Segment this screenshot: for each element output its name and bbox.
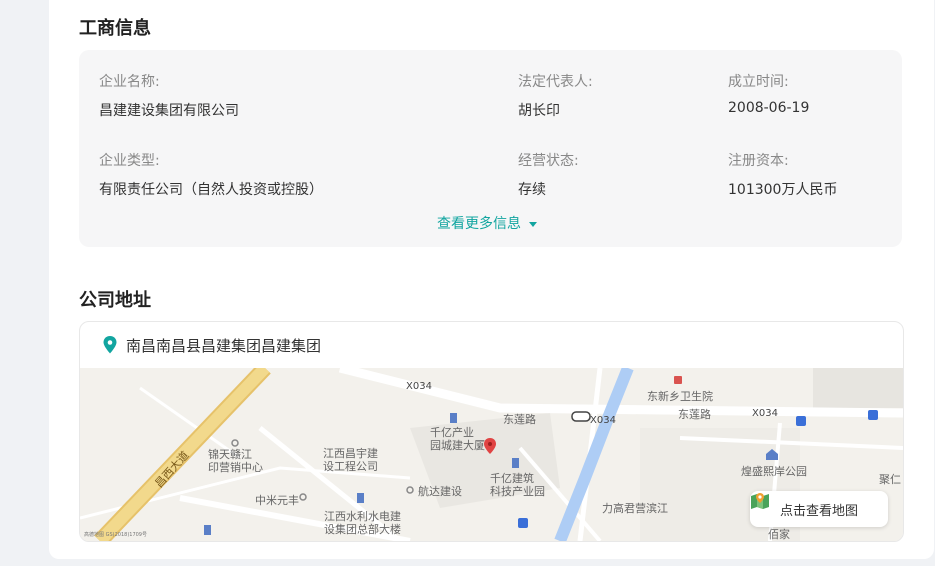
map-poi-hospital: 东新乡卫生院	[647, 390, 713, 403]
legal-rep-label: 法定代表人:	[518, 74, 593, 90]
caret-down-icon	[529, 221, 537, 227]
legal-rep-value: 胡长印	[518, 103, 560, 119]
map-road-donglian-a: 东莲路	[503, 413, 536, 426]
view-map-label: 点击查看地图	[779, 503, 858, 519]
company-type-label: 企业类型:	[99, 153, 160, 169]
status-value: 存续	[518, 182, 546, 198]
view-more-info-link[interactable]: 查看更多信息	[437, 213, 537, 233]
view-more-info-label: 查看更多信息	[437, 216, 521, 232]
map-poi-baixing: 佰家	[768, 528, 790, 541]
map-poi-huangshan: 煌盛熙岸公园	[741, 465, 807, 478]
status-label: 经营状态:	[518, 153, 579, 169]
business-info-title: 工商信息	[79, 18, 151, 39]
map-view[interactable]: X034 X034 X034 东莲路 东莲路 东新乡卫生院 千亿产业 园城建大厦…	[80, 368, 903, 541]
map-poi-qianyi-tower: 千亿产业 园城建大厦	[430, 426, 485, 452]
map-poi-qianyi-park: 千亿建筑 科技产业园	[490, 472, 545, 498]
address-title: 公司地址	[79, 290, 151, 311]
map-road-donglian-b: 东莲路	[678, 408, 711, 421]
founded-value: 2008-06-19	[728, 100, 810, 116]
business-info-box: 企业名称: 昌建建设集团有限公司 法定代表人: 胡长印 成立时间: 2008-0…	[79, 50, 902, 247]
location-pin-icon	[103, 336, 117, 354]
founded-label: 成立时间:	[728, 74, 789, 90]
map-copyright: 高德地图 GS(2018)1709号	[84, 532, 147, 538]
address-text: 南昌南昌县昌建集团昌建集团	[126, 336, 322, 355]
map-poi-shuili: 江西水利水电建 设集团总部大楼	[324, 510, 401, 536]
company-detail-card: 工商信息 企业名称: 昌建建设集团有限公司 法定代表人: 胡长印 成立时间: 2…	[49, 0, 934, 559]
address-box: 南昌南昌县昌建集团昌建集团 X034 X034 X034 东莲路 东莲路 东新乡…	[79, 321, 904, 542]
map-poi-zhongmi: 中米元丰	[255, 494, 299, 507]
address-line: 南昌南昌县昌建集团昌建集团	[80, 322, 903, 368]
map-poi-jintian: 锦天赣江 印营销中心	[208, 448, 263, 474]
view-map-button[interactable]: 点击查看地图	[750, 491, 888, 527]
map-poi-hangda: 航达建设	[418, 485, 462, 498]
map-poi-jurin: 聚仁	[879, 473, 901, 486]
company-name-label: 企业名称:	[99, 74, 160, 90]
map-poi-lilan: 力高君营滨江	[602, 502, 668, 515]
map-road-x034-b: X034	[590, 415, 616, 426]
capital-value: 101300万人民币	[728, 182, 838, 198]
company-name-value: 昌建建设集团有限公司	[99, 103, 239, 119]
map-poi-jiangxi-changyu: 江西昌宇建 设工程公司	[323, 447, 378, 473]
map-road-x034-a: X034	[406, 381, 432, 392]
capital-label: 注册资本:	[728, 153, 789, 169]
map-road-x034-c: X034	[752, 408, 778, 419]
map-icon	[751, 493, 769, 509]
company-type-value: 有限责任公司（自然人投资或控股）	[99, 182, 323, 198]
